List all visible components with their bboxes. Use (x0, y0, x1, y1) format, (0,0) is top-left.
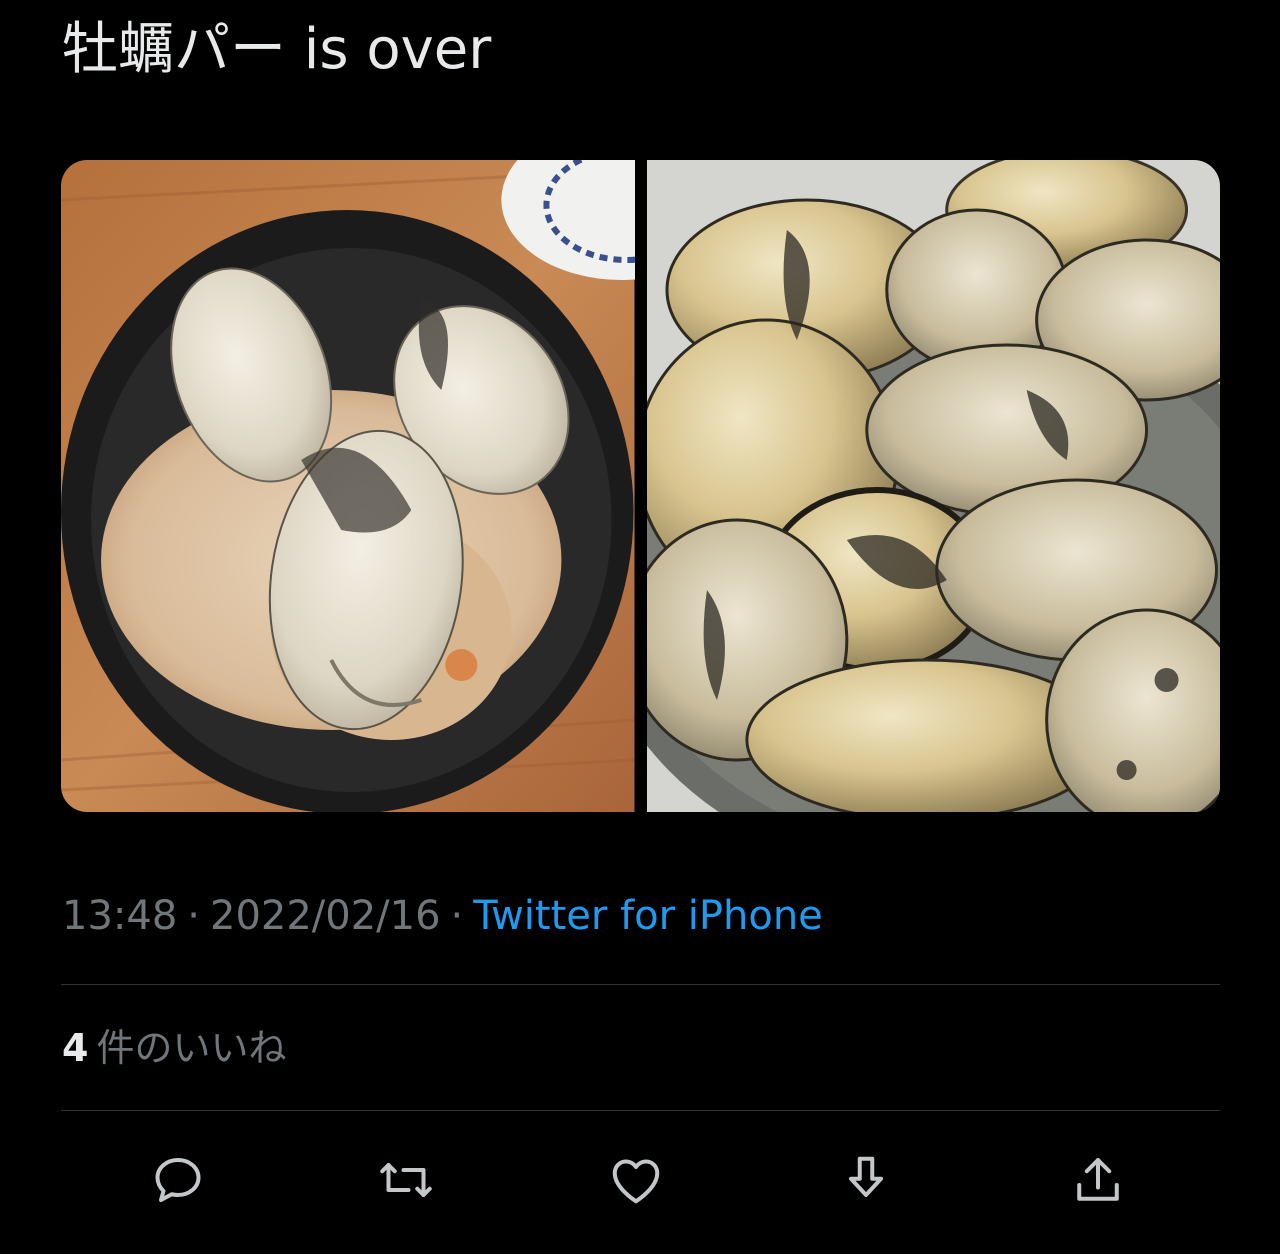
like-icon (612, 1159, 660, 1204)
likes-summary[interactable]: 4 件のいいね (62, 1020, 286, 1076)
likes-count: 4 (62, 1026, 89, 1070)
oyster-rice-bowl-photo (61, 160, 635, 812)
like-button[interactable] (602, 1146, 670, 1214)
retweet-button[interactable] (372, 1146, 440, 1214)
share-icon (1077, 1158, 1119, 1201)
meta-separator-2: · (450, 893, 464, 939)
bookmark-download-button[interactable] (832, 1146, 900, 1214)
grilled-oysters-plate-photo (646, 160, 1220, 812)
share-button[interactable] (1064, 1146, 1132, 1214)
bookmark-download-icon (849, 1156, 883, 1197)
reply-button[interactable] (144, 1146, 212, 1214)
tweet-time: 13:48 (62, 893, 178, 939)
tweet-text: 牡蠣パー is over (62, 17, 492, 82)
divider-top (61, 984, 1220, 985)
tweet-source-link[interactable]: Twitter for iPhone (473, 893, 823, 939)
media-photo-2[interactable] (646, 160, 1220, 812)
action-bar (61, 1146, 1220, 1214)
meta-separator-1: · (187, 893, 200, 939)
tweet-date: 2022/02/16 (210, 893, 441, 939)
reply-icon (155, 1158, 201, 1202)
media-grid (61, 160, 1220, 812)
divider-bottom (61, 1110, 1220, 1111)
media-photo-1[interactable] (61, 160, 635, 812)
likes-label: 件のいいね (96, 1026, 287, 1070)
tweet-meta: 13:48 · 2022/02/16 · Twitter for iPhone (62, 888, 823, 944)
retweet-icon (380, 1163, 432, 1197)
